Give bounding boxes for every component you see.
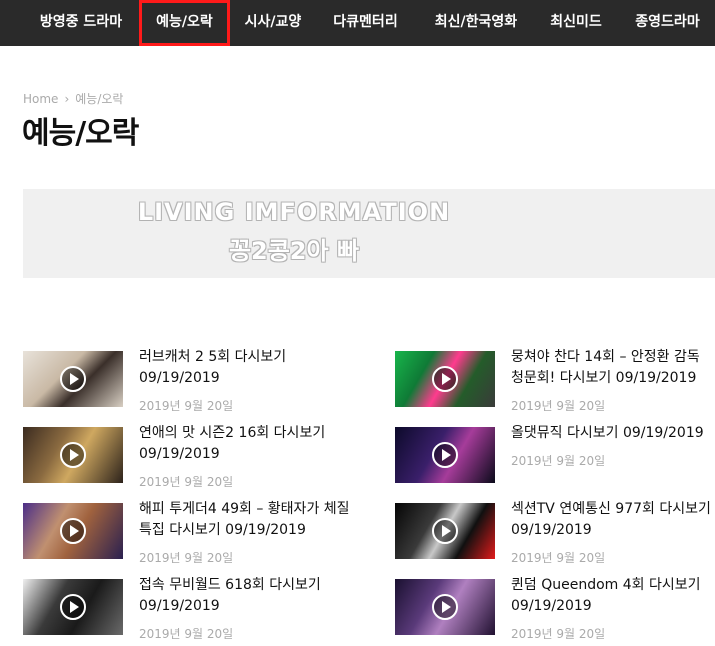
post-item: 해피 투게더4 49회 – 황태자가 체질 특집 다시보기 09/19/2019… (23, 501, 353, 567)
page-title: 예능/오락 (22, 116, 139, 151)
breadcrumb: Home › 예능/오락 (23, 90, 123, 107)
post-thumbnail[interactable] (23, 351, 123, 407)
post-title[interactable]: 퀸덤 Queendom 4회 다시보기 09/19/2019 (511, 575, 715, 617)
play-icon (60, 366, 86, 392)
breadcrumb-separator-icon: › (64, 92, 70, 106)
post-thumbnail[interactable] (395, 503, 495, 559)
banner-headline: LIVING IMFORMATION (137, 198, 451, 226)
nav-item-airing-drama[interactable]: 방영중 드라마 (23, 0, 139, 46)
post-thumbnail[interactable] (23, 579, 123, 635)
post-title[interactable]: 연애의 맛 시즌2 16회 다시보기 09/19/2019 (139, 423, 353, 465)
post-item: 뭉쳐야 찬다 14회 – 안정환 감독 청문회! 다시보기 09/19/2019… (395, 349, 715, 415)
post-title[interactable]: 접속 무비월드 618회 다시보기 09/19/2019 (139, 575, 353, 617)
post-date: 2019년 9월 20일 (139, 551, 234, 565)
play-icon (432, 594, 458, 620)
banner-ad[interactable]: LIVING IMFORMATION 꽁2콩2아 빠 (23, 189, 715, 278)
banner-subline: 꽁2콩2아 빠 (228, 237, 360, 265)
post-title[interactable]: 올댓뮤직 다시보기 09/19/2019 (511, 423, 715, 444)
post-date: 2019년 9월 20일 (511, 399, 606, 413)
post-item: 퀸덤 Queendom 4회 다시보기 09/19/2019 2019년 9월 … (395, 577, 715, 643)
play-icon (432, 366, 458, 392)
post-item: 올댓뮤직 다시보기 09/19/2019 2019년 9월 20일 (395, 425, 715, 491)
post-item: 접속 무비월드 618회 다시보기 09/19/2019 2019년 9월 20… (23, 577, 353, 643)
post-thumbnail[interactable] (23, 503, 123, 559)
play-icon (432, 442, 458, 468)
post-thumbnail[interactable] (395, 351, 495, 407)
post-item: 섹션TV 연예통신 977회 다시보기 09/19/2019 2019년 9월 … (395, 501, 715, 567)
nav-item-variety[interactable]: 예능/오락 (139, 0, 230, 46)
nav-item-us-drama[interactable]: 최신미드 (536, 0, 616, 46)
post-thumbnail[interactable] (395, 427, 495, 483)
post-date: 2019년 9월 20일 (511, 551, 606, 565)
post-item: 러브캐처 2 5회 다시보기 09/19/2019 2019년 9월 20일 (23, 349, 353, 415)
post-item: 연애의 맛 시즌2 16회 다시보기 09/19/2019 2019년 9월 2… (23, 425, 353, 491)
post-date: 2019년 9월 20일 (139, 399, 234, 413)
top-navigation: 방영중 드라마 예능/오락 시사/교양 다큐멘터리 최신/한국영화 최신미드 종… (0, 0, 715, 46)
breadcrumb-home-link[interactable]: Home (23, 92, 58, 106)
post-date: 2019년 9월 20일 (139, 475, 234, 489)
play-icon (60, 594, 86, 620)
nav-item-korean-movies[interactable]: 최신/한국영화 (416, 0, 536, 46)
post-thumbnail[interactable] (23, 427, 123, 483)
post-date: 2019년 9월 20일 (511, 627, 606, 641)
play-icon (60, 518, 86, 544)
post-title[interactable]: 러브캐처 2 5회 다시보기 09/19/2019 (139, 347, 353, 389)
post-date: 2019년 9월 20일 (511, 454, 606, 468)
post-title[interactable]: 해피 투게더4 49회 – 황태자가 체질 특집 다시보기 09/19/2019 (139, 499, 353, 541)
play-icon (60, 442, 86, 468)
play-icon (432, 518, 458, 544)
nav-item-ended-drama[interactable]: 종영드라마 (620, 0, 715, 46)
post-title[interactable]: 섹션TV 연예통신 977회 다시보기 09/19/2019 (511, 499, 715, 541)
post-thumbnail[interactable] (395, 579, 495, 635)
post-title[interactable]: 뭉쳐야 찬다 14회 – 안정환 감독 청문회! 다시보기 09/19/2019 (511, 347, 715, 389)
nav-item-current-affairs[interactable]: 시사/교양 (230, 0, 316, 46)
post-date: 2019년 9월 20일 (139, 627, 234, 641)
breadcrumb-current: 예능/오락 (75, 92, 124, 106)
nav-item-documentary[interactable]: 다큐멘터리 (320, 0, 411, 46)
